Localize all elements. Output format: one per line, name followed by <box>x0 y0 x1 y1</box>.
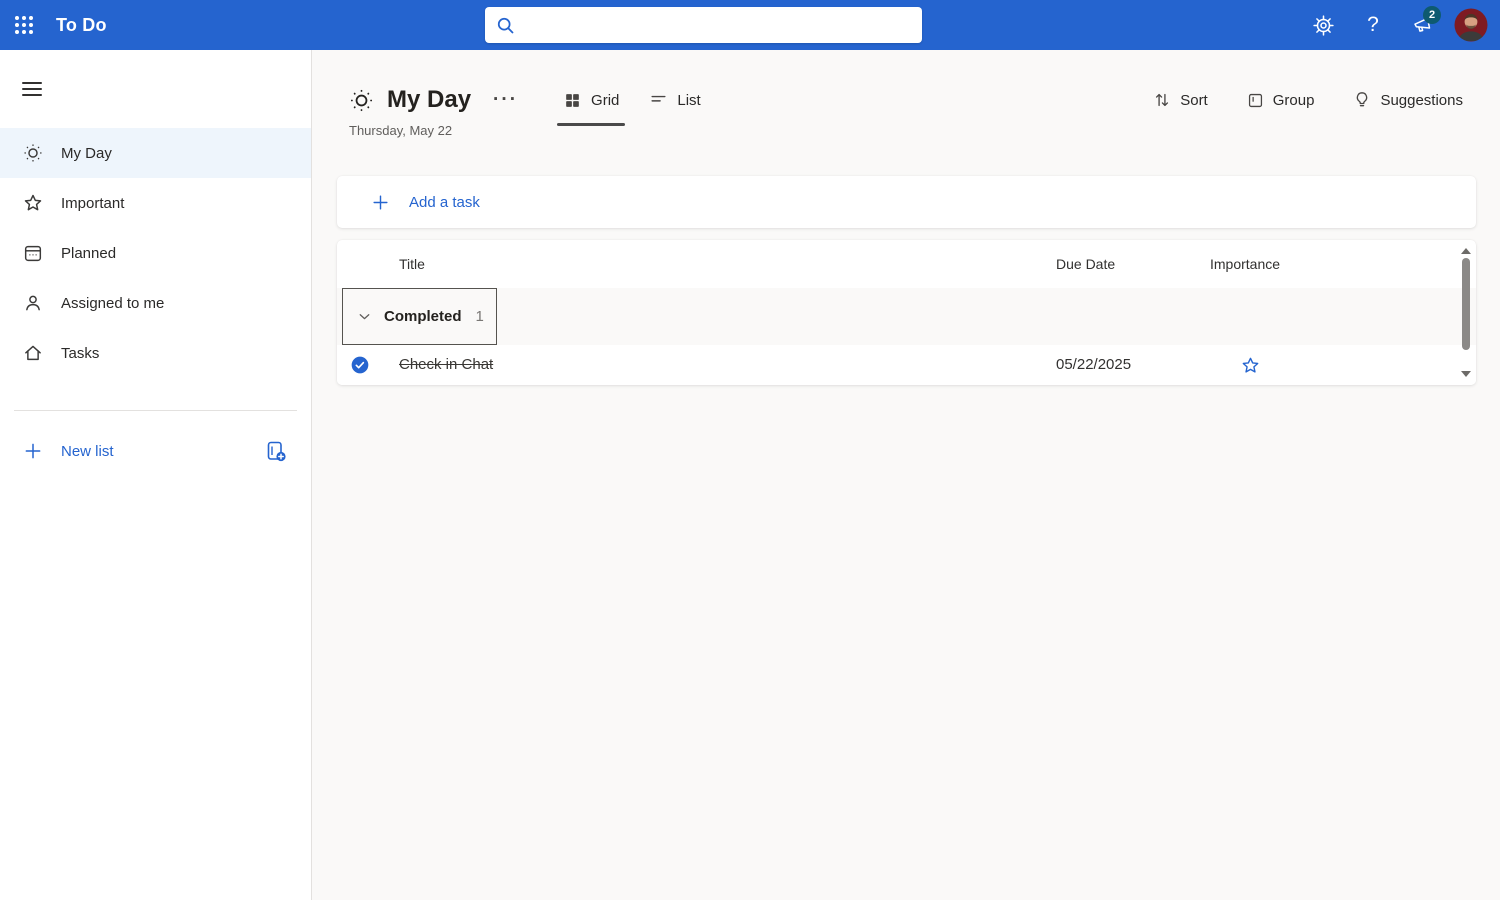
sidebar-divider <box>14 410 297 411</box>
sidebar-item-label: Important <box>61 195 124 212</box>
completed-group-label: Completed <box>384 308 462 325</box>
page-title: My Day <box>387 86 471 114</box>
tab-grid[interactable]: Grid <box>553 76 629 124</box>
topbar-right: ? 2 <box>1298 0 1494 50</box>
table-scrollbar <box>1459 245 1473 380</box>
add-task-label: Add a task <box>409 194 480 211</box>
notification-badge: 2 <box>1423 6 1441 24</box>
search-box <box>485 7 922 43</box>
completed-group-toggle[interactable]: Completed 1 <box>342 288 497 345</box>
sidebar-item-planned[interactable]: Planned <box>0 228 311 278</box>
column-header-due-date[interactable]: Due Date <box>1050 256 1210 272</box>
header-actions: Sort Group Suggestions <box>1152 90 1463 110</box>
column-header-title[interactable]: Title <box>399 256 1050 272</box>
group-label: Group <box>1273 92 1315 109</box>
sun-icon <box>22 142 44 164</box>
grid-icon <box>563 91 582 110</box>
task-completed-checkbox[interactable] <box>350 355 370 375</box>
scrollbar-thumb[interactable] <box>1462 258 1470 350</box>
column-header-importance[interactable]: Importance <box>1210 256 1476 272</box>
suggestions-label: Suggestions <box>1380 92 1463 109</box>
tab-grid-label: Grid <box>591 92 619 109</box>
hamburger-menu-button[interactable] <box>22 78 42 100</box>
sidebar-item-label: My Day <box>61 145 112 162</box>
task-due-date: 05/22/2025 <box>1056 356 1131 373</box>
sidebar-item-important[interactable]: Important <box>0 178 311 228</box>
app-title: To Do <box>56 15 107 36</box>
importance-star-button[interactable] <box>1240 355 1261 376</box>
search-icon <box>495 15 516 36</box>
scrollbar-track[interactable] <box>1459 254 1473 371</box>
sidebar-item-tasks[interactable]: Tasks <box>0 328 311 378</box>
group-button[interactable]: Group <box>1246 91 1315 110</box>
waffle-icon <box>15 16 33 34</box>
suggestions-button[interactable]: Suggestions <box>1352 90 1463 110</box>
app-launcher-button[interactable] <box>0 0 48 50</box>
avatar <box>1454 8 1488 42</box>
completed-group-count: 1 <box>476 308 484 325</box>
sidebar-item-label: Assigned to me <box>61 295 164 312</box>
add-task-plus-icon <box>371 193 390 212</box>
sidebar-item-assigned-to-me[interactable]: Assigned to me <box>0 278 311 328</box>
chevron-down-icon <box>356 308 373 325</box>
sort-button[interactable]: Sort <box>1152 90 1208 110</box>
task-grid: Title Due Date Importance Completed 1 <box>337 240 1476 385</box>
lightbulb-icon <box>1352 90 1372 110</box>
settings-button[interactable] <box>1298 0 1348 50</box>
create-group-button[interactable] <box>263 438 289 464</box>
list-icon <box>649 91 668 110</box>
new-list-row: New list <box>0 425 311 477</box>
calendar-icon <box>22 242 44 264</box>
new-list-button[interactable]: New list <box>22 440 263 462</box>
sidebar-item-my-day[interactable]: My Day <box>0 128 311 178</box>
help-icon: ? <box>1367 13 1379 37</box>
completed-group-row: Completed 1 <box>337 288 1476 345</box>
main-header: My Day ··· Grid <box>348 76 1463 124</box>
star-icon <box>22 192 44 214</box>
gear-icon <box>1312 14 1335 37</box>
sidebar-item-label: Planned <box>61 245 116 262</box>
tab-list[interactable]: List <box>639 76 710 124</box>
new-group-icon <box>264 439 288 463</box>
group-icon <box>1246 91 1265 110</box>
topbar: To Do ? <box>0 0 1500 50</box>
grid-header-row: Title Due Date Importance <box>337 240 1476 288</box>
new-list-label: New list <box>61 443 114 460</box>
view-tabs: Grid List <box>548 76 716 124</box>
sidebar: My Day Important Planned <box>0 50 312 900</box>
sort-label: Sort <box>1180 92 1208 109</box>
main-content: My Day ··· Grid <box>312 50 1500 900</box>
plus-icon <box>22 440 44 462</box>
feedback-button[interactable]: 2 <box>1398 0 1448 50</box>
add-task-button[interactable]: Add a task <box>337 176 1476 228</box>
tab-list-label: List <box>677 92 700 109</box>
more-options-button[interactable]: ··· <box>487 85 524 115</box>
my-day-sun-icon <box>348 87 375 114</box>
search-input[interactable] <box>524 17 912 33</box>
home-icon <box>22 342 44 364</box>
scrollbar-down-arrow[interactable] <box>1461 371 1471 377</box>
account-button[interactable] <box>1448 0 1494 50</box>
person-icon <box>22 292 44 314</box>
page-date: Thursday, May 22 <box>349 123 452 138</box>
sort-arrows-icon <box>1152 90 1172 110</box>
task-row: Check in Chat 05/22/2025 <box>337 345 1476 385</box>
task-title[interactable]: Check in Chat <box>399 356 493 373</box>
help-button[interactable]: ? <box>1348 0 1398 50</box>
sidebar-item-label: Tasks <box>61 345 99 362</box>
